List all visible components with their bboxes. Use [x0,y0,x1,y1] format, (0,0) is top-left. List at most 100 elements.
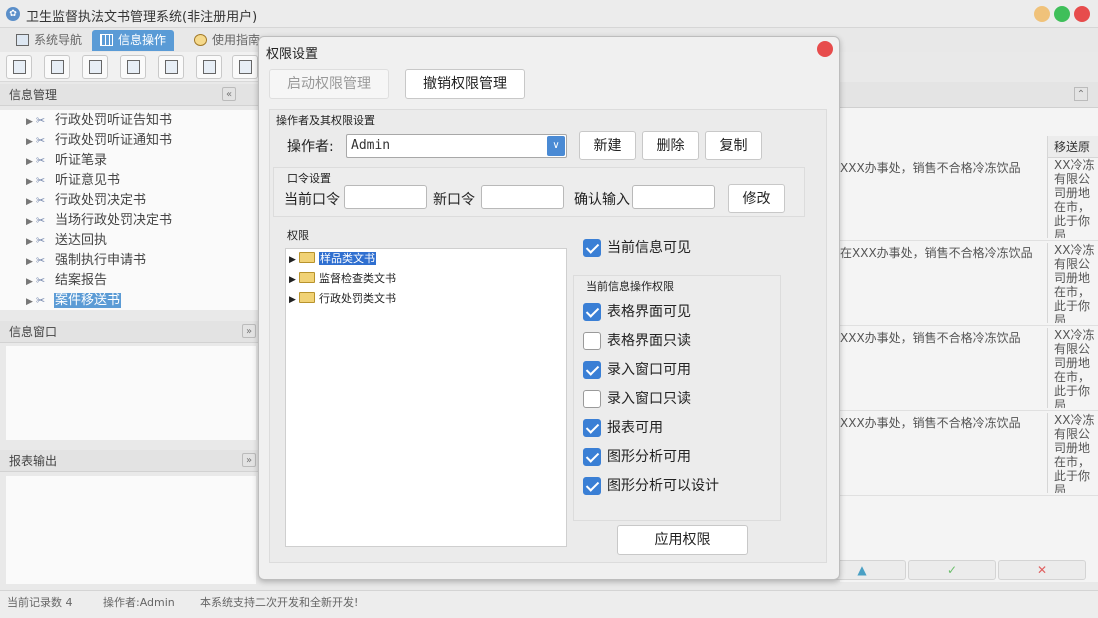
checkbox-label: 报表可用 [607,420,663,436]
sidebar-item-label: 案件移送书 [54,293,122,308]
chevron-right-icon[interactable]: ▶ [26,193,36,211]
group-title: 口令设置 [287,172,331,185]
table-panel-header: ⌃ [840,82,1098,108]
minimize-button[interactable] [1034,6,1050,22]
tab-user-guide[interactable]: 使用指南 [186,30,268,51]
collapse-left-icon[interactable]: « [222,87,236,101]
copy-operator-button[interactable]: 复制 [705,131,762,160]
info-management-header: 信息管理 « [0,84,262,106]
chevron-right-icon[interactable]: ▶ [289,291,299,309]
sidebar-item[interactable]: ▶ ✂ 行政处罚听证告知书 [26,112,173,130]
collapse-up-icon[interactable]: ⌃ [1074,87,1088,101]
search-tool-button[interactable] [6,55,32,79]
checkbox[interactable] [583,361,601,379]
sidebar-item[interactable]: ▶ ✂ 送达回执 [26,232,108,250]
tree-node-label: 行政处罚类文书 [319,292,396,305]
table-cell[interactable]: XX冷冻有限公司册地在市，此于你局 [1047,328,1098,408]
sidebar-item[interactable]: ▶ ✂ 听证意见书 [26,172,121,190]
chevron-right-icon[interactable]: ▶ [26,213,36,231]
table-cell[interactable]: XXX办事处，销售不合格冷冻饮品 [840,330,1047,347]
tree-node[interactable]: ▶ 样品类文书 [289,250,376,268]
info-window-header: 信息窗口 » [0,321,262,343]
chevron-right-icon[interactable]: ▶ [26,113,36,131]
confirm-password-input[interactable] [632,185,715,209]
new-password-input[interactable] [481,185,564,209]
checkbox[interactable] [583,239,601,257]
users-icon [127,60,140,74]
tree-node[interactable]: ▶ 监督检查类文书 [289,270,396,288]
tab-info-operation[interactable]: 信息操作 [92,30,175,51]
revoke-permission-button[interactable]: 撤销权限管理 [405,69,525,99]
delete-operator-button[interactable]: 删除 [642,131,699,160]
chevron-right-icon[interactable]: ▶ [289,271,299,289]
operator-status: 操作者:Admin [103,596,175,609]
modify-password-button[interactable]: 修改 [728,184,785,213]
export-tool-button[interactable] [196,55,222,79]
current-password-input[interactable] [344,185,427,209]
checkbox-label: 录入窗口可用 [607,362,691,378]
print-tool-button[interactable] [232,55,258,79]
info-tree: ▶ ✂ 行政处罚听证告知书 ▶ ✂ 行政处罚听证通知书 ▶ ✂ 听证笔录 ▶ ✂ 听证意见书 ▶ ✂ 行政处… [0,110,258,310]
sidebar-item-label: 强制执行申请书 [55,253,147,268]
window-icon [165,60,178,74]
column-header[interactable]: 移送原 [1047,136,1098,158]
sidebar-item-label: 行政处罚听证通知书 [55,133,173,148]
chevron-down-icon[interactable]: ∨ [547,136,565,156]
table-cell[interactable]: XXX办事处，销售不合格冷冻饮品 [840,160,1047,177]
tools-icon: ✂ [36,234,46,247]
checkbox[interactable] [583,448,601,466]
cancel-button[interactable]: ✕ [998,560,1086,580]
maximize-button[interactable] [1054,6,1070,22]
table-cell[interactable]: XX冷冻有限公司册地在市，此于你局 [1047,243,1098,323]
tab-label: 信息操作 [118,33,167,47]
sidebar-item[interactable]: ▶ ✂ 行政处罚决定书 [26,192,147,210]
list-tool-button[interactable] [44,55,70,79]
dialog-title: 权限设置 [266,47,319,62]
sidebar-item[interactable]: ▶ ✂ 案件移送书 [26,292,122,311]
status-bar: 当前记录数 4 操作者:Admin 本系统支持二次开发和全新开发! [0,590,1098,618]
checkbox[interactable] [583,332,601,350]
window-tool-button[interactable] [158,55,184,79]
sidebar-item[interactable]: ▶ ✂ 行政处罚听证通知书 [26,132,173,150]
tab-system-nav[interactable]: 系统导航 [8,30,90,51]
enable-permission-button[interactable]: 启动权限管理 [269,69,389,99]
table-cell[interactable]: 在XXX办事处，销售不合格冷冻饮品 [840,245,1047,262]
apply-permission-button[interactable]: 应用权限 [617,525,748,555]
sidebar-item[interactable]: ▶ ✂ 当场行政处罚决定书 [26,212,173,230]
table-cell[interactable]: XXX办事处，销售不合格冷冻饮品 [840,415,1047,432]
chevron-right-icon[interactable]: ▶ [26,133,36,151]
tree-node-label: 样品类文书 [319,252,376,265]
tree-node[interactable]: ▶ 行政处罚类文书 [289,290,396,308]
chevron-right-icon[interactable]: ▶ [289,251,299,269]
sidebar-item[interactable]: ▶ ✂ 听证笔录 [26,152,108,170]
chevron-right-icon[interactable]: ▶ [26,153,36,171]
table-cell[interactable]: XX冷冻有限公司册地在市，此于你局 [1047,158,1098,238]
confirm-button[interactable]: ✓ [908,560,996,580]
chevron-right-icon[interactable]: ▶ [26,233,36,251]
sidebar-item[interactable]: ▶ ✂ 结案报告 [26,272,108,290]
new-operator-button[interactable]: 新建 [579,131,636,160]
table-cell[interactable]: XX冷冻有限公司册地在市，此于你局 [1047,413,1098,493]
checkbox-label: 当前信息可见 [607,240,691,256]
operator-select[interactable]: Admin ∨ [346,134,567,158]
collapse-icon[interactable]: » [242,324,256,338]
document-tool-button[interactable] [82,55,108,79]
folder-icon [299,292,315,303]
chevron-right-icon[interactable]: ▶ [26,293,36,311]
checkbox[interactable] [583,419,601,437]
chevron-right-icon[interactable]: ▶ [26,253,36,271]
tools-icon: ✂ [36,174,46,187]
checkbox[interactable] [583,303,601,321]
chevron-right-icon[interactable]: ▶ [26,173,36,191]
folder-icon [299,252,315,263]
sidebar-item[interactable]: ▶ ✂ 强制执行申请书 [26,252,147,270]
chevron-right-icon[interactable]: ▶ [26,273,36,291]
grid-icon [100,34,113,46]
status-message: 本系统支持二次开发和全新开发! [200,596,359,609]
collapse-icon[interactable]: » [242,453,256,467]
checkbox[interactable] [583,390,601,408]
users-tool-button[interactable] [120,55,146,79]
dialog-close-button[interactable] [817,41,833,57]
close-button[interactable] [1074,6,1090,22]
checkbox[interactable] [583,477,601,495]
